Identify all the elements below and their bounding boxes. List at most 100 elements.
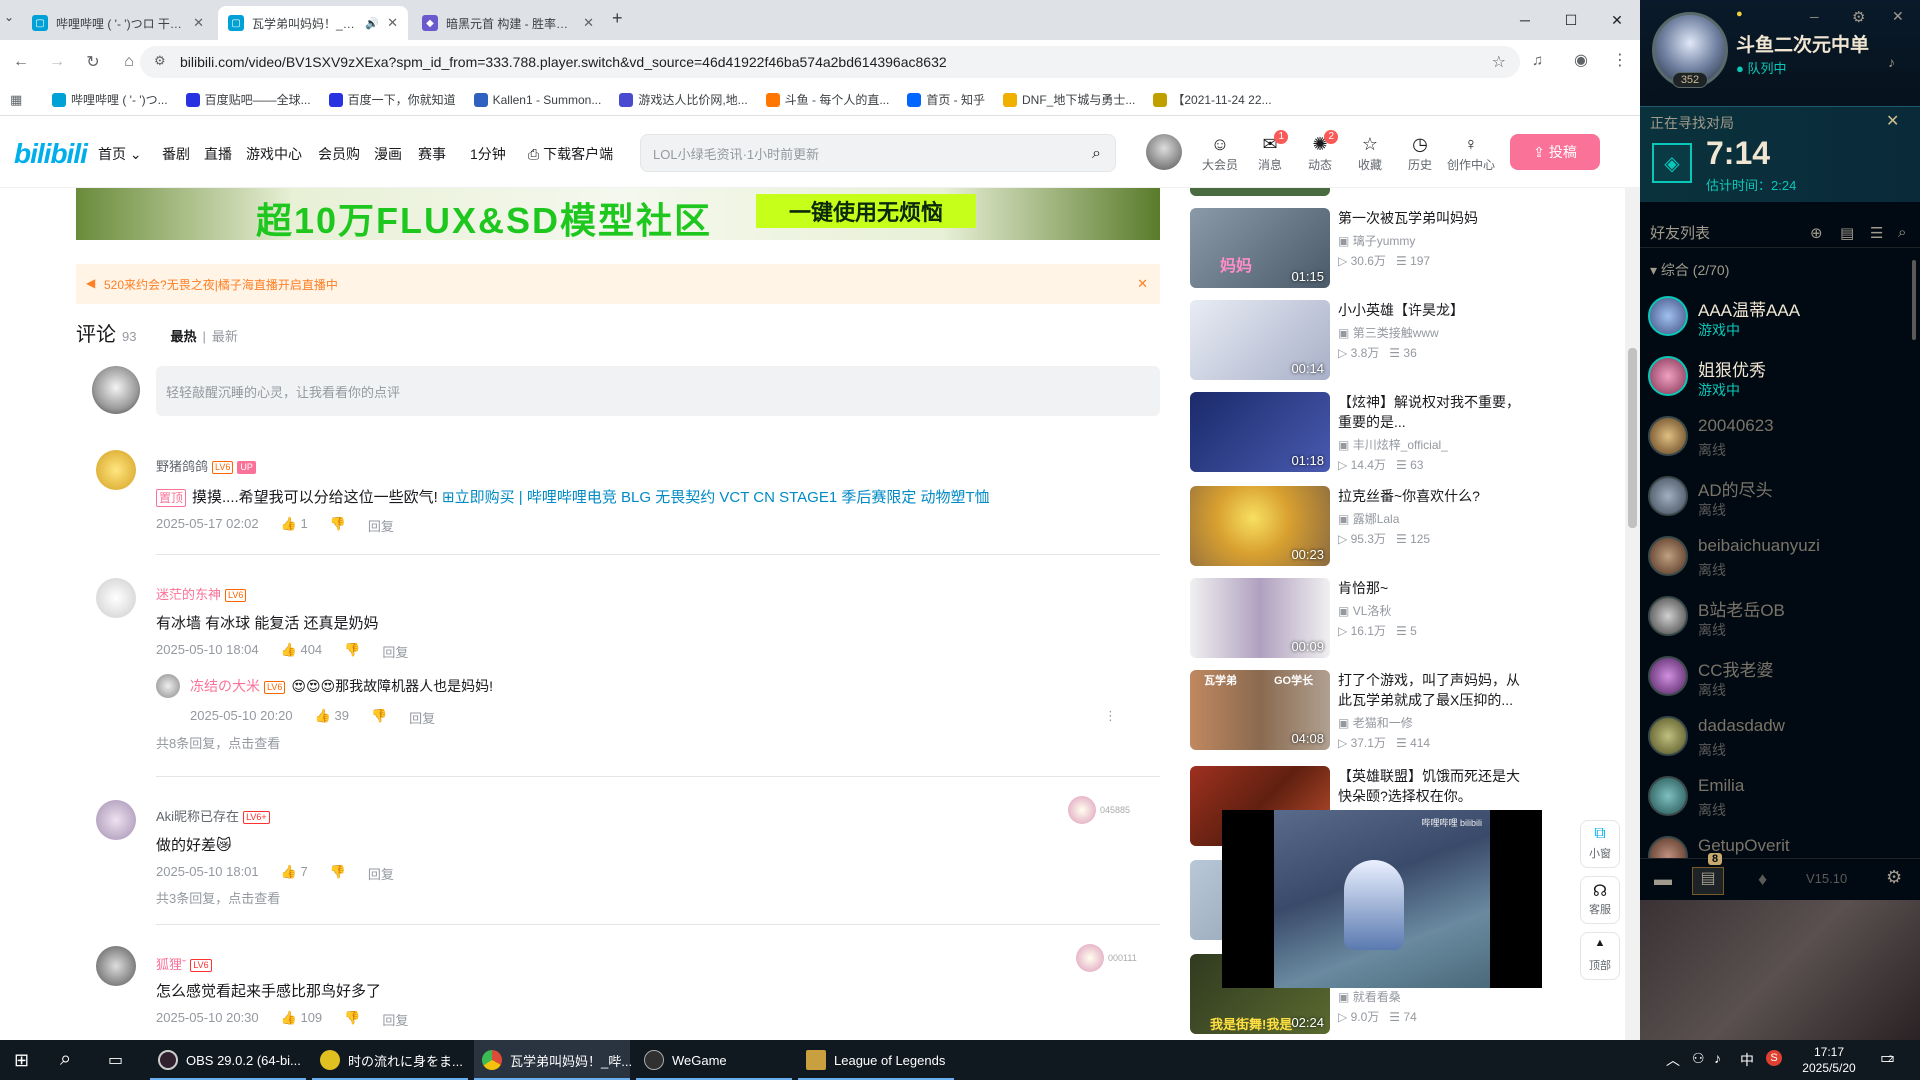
search-icon[interactable]: ⌕ xyxy=(1898,224,1906,241)
video-uploader[interactable]: ▣ 老猫和一修 xyxy=(1338,714,1413,731)
bookmark-item[interactable]: Kallen1 - Summon... xyxy=(473,92,601,107)
video-title[interactable]: 【炫神】解说权对我不重要，重要的是... xyxy=(1338,392,1528,432)
nav-1min[interactable]: 1分钟 xyxy=(470,144,506,164)
like-button[interactable]: 👍 404 xyxy=(281,642,323,661)
tab-search-icon[interactable]: ⌄ xyxy=(4,10,14,24)
friend-item[interactable]: B站老岳OB 离线 xyxy=(1648,590,1908,646)
new-tab-button[interactable]: + xyxy=(612,8,623,29)
header-creator-center[interactable]: ♀ 创作中心 xyxy=(1446,134,1496,173)
video-title[interactable]: 打了个游戏，叫了声妈妈，从此瓦学弟就成了最X压抑的... xyxy=(1338,670,1528,710)
like-button[interactable]: 👍 109 xyxy=(281,1010,323,1029)
mini-player-video[interactable]: 哔哩哔哩 bilibili xyxy=(1274,810,1490,988)
comment-input[interactable]: 轻轻敲醒沉睡的心灵，让我看看你的点评 xyxy=(156,366,1160,416)
video-uploader[interactable]: ▣ 露娜Lala xyxy=(1338,510,1399,527)
friend-item[interactable]: beibaichuanyuzi 离线 xyxy=(1648,530,1908,586)
friends-scrollbar[interactable] xyxy=(1912,260,1916,340)
friend-item[interactable]: dadasdadw 离线 xyxy=(1648,710,1908,766)
like-button[interactable]: 👍 7 xyxy=(281,864,308,883)
scrollbar-thumb[interactable] xyxy=(1628,348,1637,528)
back-arrow-icon[interactable]: ← xyxy=(6,47,36,77)
video-uploader[interactable]: ▣ VL洛秋 xyxy=(1338,602,1391,619)
tab-bilibili-home[interactable]: ▢ 哔哩哔哩 ( '- ')つロ 干杯~-bi ✕ xyxy=(22,6,214,40)
like-button[interactable]: 👍 1 xyxy=(281,516,308,535)
shop-link[interactable]: ⊞立即购买 | 哔哩哔哩电竞 BLG 无畏契约 VCT CN STAGE1 季后… xyxy=(442,489,990,506)
video-uploader[interactable]: ▣ 璃子yummy xyxy=(1338,232,1415,249)
ad-banner[interactable]: 超10万FLUX&SD模型社区 一键使用无烦恼 xyxy=(76,188,1160,240)
minimize-button[interactable]: ─ xyxy=(1810,10,1819,24)
comment-avatar[interactable] xyxy=(96,450,136,490)
recommended-video[interactable]: 00:14 小小英雄【许昊龙】 ▣ 第三类接触www ▷ 3.8万 ☰ 36 xyxy=(1190,300,1570,382)
friend-item[interactable]: 姐狠优秀 游戏中 xyxy=(1648,350,1908,406)
tab-close-icon[interactable]: ✕ xyxy=(583,15,594,31)
bookmark-item[interactable]: DNF_地下城与勇士... xyxy=(1003,91,1135,108)
nav-anime[interactable]: 番剧 xyxy=(162,144,190,164)
clock[interactable]: 17:17 2025/5/20 xyxy=(1788,1044,1870,1076)
live-notice-bar[interactable]: ◀ 520来约会?无畏之夜|橘子海直播开启直播中 ✕ xyxy=(76,264,1160,304)
search-input[interactable]: LOL小绿毛资讯·1小时前更新 ⌕ xyxy=(640,134,1116,172)
comment-username[interactable]: 狐狸ˇ LV6 xyxy=(156,954,212,973)
settings-icon[interactable]: ⚙ xyxy=(1886,867,1902,888)
comment-avatar[interactable] xyxy=(96,800,136,840)
video-thumbnail-partial[interactable] xyxy=(1190,188,1330,196)
dislike-icon[interactable]: 👎 xyxy=(330,864,346,883)
taskbar-music[interactable]: 时の流れに身をま... xyxy=(312,1040,468,1080)
tray-app-icon[interactable]: S xyxy=(1766,1050,1782,1066)
taskbar-wegame[interactable]: WeGame xyxy=(636,1040,792,1080)
video-thumbnail[interactable]: 00:14 xyxy=(1190,300,1330,380)
reply-button[interactable]: 回复 xyxy=(368,516,394,535)
bilibili-logo[interactable]: bilibili xyxy=(14,138,88,170)
video-uploader[interactable]: ▣ 就看看桑 xyxy=(1338,988,1401,1005)
bookmark-star-icon[interactable]: ☆ xyxy=(1492,52,1506,72)
notification-icon[interactable]: ▭ 2 xyxy=(1880,1048,1895,1068)
video-uploader[interactable]: ▣ 第三类接触www xyxy=(1338,324,1439,341)
bookmark-item[interactable]: 百度一下，你就知道 xyxy=(328,91,456,108)
video-title[interactable]: 拉克丝番~你喜欢什么? xyxy=(1338,486,1528,506)
add-folder-icon[interactable]: ▤ xyxy=(1840,224,1854,242)
list-icon[interactable]: ☰ xyxy=(1870,224,1883,242)
mission-icon[interactable]: ▤ xyxy=(1692,867,1724,895)
gear-icon[interactable]: ⚙ xyxy=(1852,8,1865,26)
close-icon[interactable]: ✕ xyxy=(1892,8,1904,25)
forward-arrow-icon[interactable]: → xyxy=(42,47,72,77)
video-thumbnail[interactable]: 00:09 xyxy=(1190,578,1330,658)
bell-icon[interactable]: ♪ xyxy=(1888,54,1895,70)
header-history[interactable]: ◷ 历史 xyxy=(1400,134,1440,173)
friend-item[interactable]: 20040623 离线 xyxy=(1648,410,1908,466)
network-icon[interactable]: ⚇ xyxy=(1692,1050,1705,1067)
video-title[interactable]: 第一次被瓦学弟叫妈妈 xyxy=(1338,208,1528,228)
comment-username[interactable]: Aki昵称已存在 LV6+ xyxy=(156,806,270,825)
tab-video-active[interactable]: ▢ 瓦学弟叫妈妈！_哔哩哔哩_ 🔊 ✕ xyxy=(218,6,408,40)
search-icon[interactable]: ⌕ xyxy=(1092,145,1101,163)
nav-game-center[interactable]: 游戏中心 xyxy=(246,144,302,164)
comment-avatar[interactable] xyxy=(96,946,136,986)
mini-player[interactable]: 哔哩哔哩 bilibili xyxy=(1222,810,1542,988)
video-title[interactable]: 【英雄联盟】饥饿而死还是大快朵颐?选择权在你。 xyxy=(1338,766,1528,806)
bookmark-item[interactable]: 哔哩哔哩 ( '- ')つ... xyxy=(52,91,168,108)
apps-grid-icon[interactable]: ▦ xyxy=(10,92,22,108)
recommended-video[interactable]: 00:09 肯恰那~ ▣ VL洛秋 ▷ 16.1万 ☰ 5 xyxy=(1190,578,1570,660)
close-icon[interactable]: ✕ xyxy=(1137,276,1148,292)
tab-build-guide[interactable]: ◆ 暗黑元首 构建 - 胜率最高的构建 ✕ xyxy=(412,6,604,40)
audio-playing-icon[interactable]: 🔊 xyxy=(365,17,379,30)
nav-live[interactable]: 直播 xyxy=(204,144,232,164)
bookmark-item[interactable]: 游戏达人比价网,地... xyxy=(619,91,748,108)
nav-download-client[interactable]: ⎙ 下载客户端 xyxy=(528,144,613,164)
comment-username[interactable]: 迷茫的东神 LV6 xyxy=(156,584,247,603)
friend-item[interactable]: AAA温蒂AAA 游戏中 xyxy=(1648,290,1908,346)
video-thumbnail[interactable]: 瓦学弟 GO学长 04:08 xyxy=(1190,670,1330,750)
tab-close-icon[interactable]: ✕ xyxy=(387,15,398,31)
recommended-video[interactable]: 01:18 【炫神】解说权对我不重要，重要的是... ▣ 丰川炫梓_offici… xyxy=(1190,392,1570,474)
video-thumbnail[interactable]: 妈妈 01:15 xyxy=(1190,208,1330,288)
bookmark-item[interactable]: 首页 - 知乎 xyxy=(907,91,985,108)
volume-icon[interactable]: ♪ xyxy=(1714,1050,1721,1066)
video-title[interactable]: 小小英雄【许昊龙】 xyxy=(1338,300,1528,320)
task-view-icon[interactable]: ▭ xyxy=(108,1050,123,1070)
friend-item[interactable]: GetupOverit xyxy=(1648,830,1908,858)
header-messages[interactable]: ✉ 1 消息 xyxy=(1250,130,1290,173)
recommended-video[interactable]: 瓦学弟 GO学长 04:08 打了个游戏，叫了声妈妈，从此瓦学弟就成了最X压抑的..… xyxy=(1190,670,1570,752)
recommended-video[interactable]: 00:23 拉克丝番~你喜欢什么? ▣ 露娜Lala ▷ 95.3万 ☰ 125 xyxy=(1190,486,1570,568)
video-uploader[interactable]: ▣ 丰川炫梓_official_ xyxy=(1338,436,1448,453)
nav-manga[interactable]: 漫画 xyxy=(374,144,402,164)
taskbar-chrome[interactable]: 瓦学弟叫妈妈！_哔... xyxy=(474,1040,632,1080)
taskbar-lol[interactable]: League of Legends xyxy=(798,1040,954,1080)
